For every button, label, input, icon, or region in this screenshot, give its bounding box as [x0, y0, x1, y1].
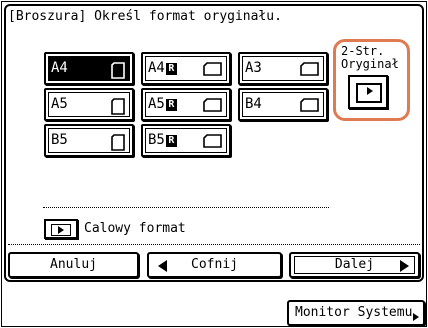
size-button[interactable]: A4 R: [141, 52, 231, 85]
rotated-mark: R: [165, 63, 177, 75]
size-label: A3: [245, 60, 262, 76]
arrow-right-small-icon: [413, 313, 419, 321]
landscape-page-icon: [203, 98, 222, 112]
portrait-page-icon: [111, 134, 125, 151]
size-label: A4 R: [148, 60, 177, 76]
size-label: A4: [51, 60, 68, 76]
play-icon: [51, 224, 71, 236]
size-button[interactable]: A3: [238, 52, 328, 85]
two-sided-original-button[interactable]: [348, 75, 388, 109]
back-button[interactable]: Cofnij: [147, 252, 282, 278]
rotated-mark: R: [165, 135, 177, 147]
portrait-page-icon: [111, 98, 125, 115]
size-label: A5: [51, 96, 68, 112]
system-monitor-button[interactable]: Monitor Systemu: [287, 300, 425, 326]
landscape-page-icon: [300, 98, 319, 112]
size-button[interactable]: B5: [44, 124, 134, 157]
separator: [8, 244, 420, 245]
size-label: B4: [245, 96, 262, 112]
two-sided-icon: [356, 83, 382, 103]
rotated-mark: R: [165, 99, 177, 111]
inch-format-label: Calowy format: [84, 221, 186, 236]
size-button[interactable]: A4: [44, 52, 134, 85]
arrow-left-icon: [158, 260, 167, 272]
size-button[interactable]: B5 R: [141, 124, 231, 157]
landscape-page-icon: [203, 134, 222, 148]
dialog-title: [Broszura] Określ format oryginału.: [8, 9, 282, 24]
landscape-page-icon: [300, 62, 319, 76]
two-sided-original-label: 2-Str. Oryginał: [341, 44, 399, 71]
size-button[interactable]: A5: [44, 88, 134, 121]
arrow-right-icon: [400, 260, 409, 272]
size-label: B5: [51, 132, 68, 148]
size-button[interactable]: A5 R: [141, 88, 231, 121]
inch-format-button[interactable]: [44, 219, 78, 239]
next-button[interactable]: Dalej: [289, 252, 420, 278]
cancel-button[interactable]: Anuluj: [8, 252, 139, 278]
size-label: A5 R: [148, 96, 177, 112]
portrait-page-icon: [111, 62, 125, 79]
landscape-page-icon: [203, 62, 222, 76]
size-label: B5 R: [148, 132, 177, 148]
separator: [43, 207, 329, 208]
size-button[interactable]: B4: [238, 88, 328, 121]
